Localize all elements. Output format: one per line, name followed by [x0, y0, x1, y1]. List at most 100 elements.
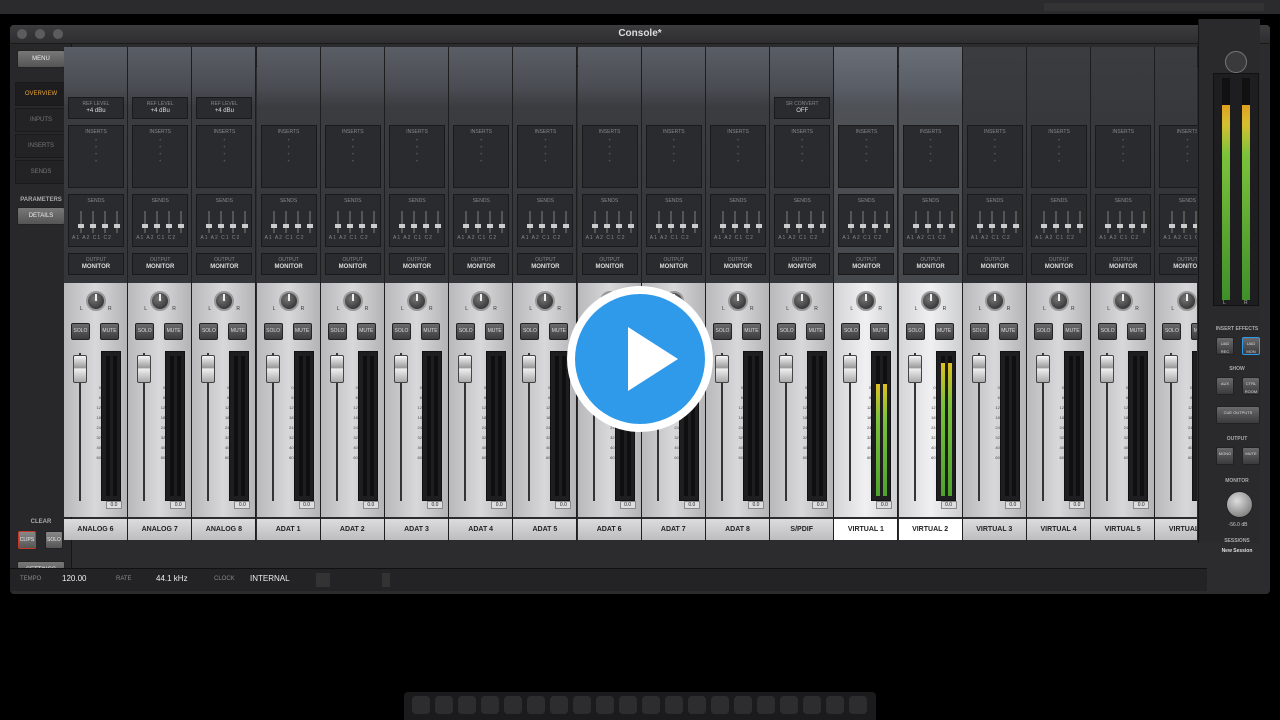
- sends-box[interactable]: SENDS A1 A2 C1 C2: [838, 194, 895, 247]
- dock-app-icon[interactable]: [826, 696, 844, 714]
- channel-name[interactable]: S/PDIF: [770, 519, 834, 540]
- channel-name[interactable]: VIRTUAL 6: [1155, 519, 1197, 540]
- sends-box[interactable]: SENDS A1 A2 C1 C2: [1031, 194, 1087, 247]
- mono-button[interactable]: MONO: [1216, 447, 1234, 465]
- send-fader-knob[interactable]: [1117, 224, 1124, 228]
- fader-value[interactable]: 0.0: [619, 501, 636, 509]
- sends-box[interactable]: SENDS A1 A2 C1 C2: [645, 194, 702, 247]
- send-fader[interactable]: [78, 211, 84, 233]
- output-select[interactable]: OUTPUTMONITOR: [838, 253, 895, 275]
- channel-name[interactable]: ADAT 8: [706, 519, 769, 540]
- dock-app-icon[interactable]: [803, 696, 821, 714]
- dock-app-icon[interactable]: [711, 696, 729, 714]
- clear-solo-button[interactable]: SOLO: [45, 531, 63, 549]
- pan-knob[interactable]: [1113, 291, 1134, 311]
- send-fader-knob[interactable]: [924, 224, 931, 228]
- send-fader-knob[interactable]: [499, 224, 506, 228]
- send-fader-knob[interactable]: [270, 224, 277, 228]
- send-fader-knob[interactable]: [282, 224, 289, 228]
- send-fader[interactable]: [154, 211, 161, 233]
- send-fader[interactable]: [691, 211, 698, 233]
- send-fader[interactable]: [90, 211, 96, 233]
- send-fader-knob[interactable]: [976, 224, 983, 228]
- send-fader[interactable]: [1169, 211, 1176, 233]
- send-fader-knob[interactable]: [884, 224, 891, 228]
- send-fader-knob[interactable]: [218, 224, 225, 228]
- send-fader[interactable]: [1077, 211, 1083, 233]
- fader-cap[interactable]: [1100, 355, 1115, 383]
- output-select[interactable]: OUTPUTMONITOR: [1159, 253, 1197, 275]
- dock-app-icon[interactable]: [642, 696, 660, 714]
- send-fader[interactable]: [475, 211, 482, 233]
- fader-cap[interactable]: [779, 355, 794, 383]
- solo-button[interactable]: SOLO: [199, 323, 219, 340]
- send-fader-knob[interactable]: [423, 224, 429, 228]
- mute-button[interactable]: MUTE: [356, 323, 376, 340]
- solo-button[interactable]: SOLO: [520, 323, 540, 340]
- channel-name[interactable]: VIRTUAL 3: [962, 519, 1026, 540]
- send-fader[interactable]: [784, 211, 791, 233]
- send-fader[interactable]: [820, 211, 827, 233]
- send-fader[interactable]: [1181, 211, 1188, 233]
- mute-button[interactable]: MUTE: [421, 323, 440, 340]
- fader-value[interactable]: 0.0: [876, 501, 893, 509]
- output-select[interactable]: OUTPUTMONITOR: [68, 253, 124, 275]
- send-fader[interactable]: [912, 211, 919, 233]
- show-ctrl-room-button[interactable]: CTRL ROOM: [1242, 377, 1260, 395]
- send-fader[interactable]: [936, 211, 943, 233]
- dock-app-icon[interactable]: [734, 696, 752, 714]
- inserts-box[interactable]: INSERTS • • • •: [1159, 125, 1197, 188]
- send-fader[interactable]: [1065, 211, 1071, 233]
- send-fader-knob[interactable]: [691, 224, 698, 228]
- sends-box[interactable]: SENDS A1 A2 C1 C2: [68, 194, 124, 247]
- send-fader-knob[interactable]: [1129, 224, 1136, 228]
- send-fader-knob[interactable]: [463, 224, 470, 228]
- send-fader-knob[interactable]: [1053, 224, 1059, 228]
- channel-name[interactable]: VIRTUAL 5: [1091, 519, 1155, 540]
- fader-cap[interactable]: [394, 355, 408, 383]
- send-fader-knob[interactable]: [435, 224, 441, 228]
- send-fader-knob[interactable]: [102, 224, 108, 228]
- solo-button[interactable]: SOLO: [1034, 323, 1053, 340]
- pan-knob[interactable]: [984, 291, 1005, 311]
- send-fader-knob[interactable]: [178, 224, 185, 228]
- dock-app-icon[interactable]: [527, 696, 545, 714]
- solo-button[interactable]: SOLO: [905, 323, 925, 340]
- fader-value[interactable]: 0.0: [555, 501, 572, 509]
- send-fader[interactable]: [499, 211, 506, 233]
- dock-app-icon[interactable]: [619, 696, 637, 714]
- send-fader-knob[interactable]: [655, 224, 662, 228]
- output-select[interactable]: OUTPUTMONITOR: [324, 253, 381, 275]
- send-fader-knob[interactable]: [346, 224, 353, 228]
- send-fader-knob[interactable]: [1105, 224, 1112, 228]
- send-fader[interactable]: [218, 211, 225, 233]
- send-fader[interactable]: [1105, 211, 1112, 233]
- send-fader[interactable]: [166, 211, 173, 233]
- send-fader-knob[interactable]: [551, 224, 558, 228]
- dock-app-icon[interactable]: [504, 696, 522, 714]
- send-fader-knob[interactable]: [808, 224, 815, 228]
- send-fader[interactable]: [527, 211, 534, 233]
- mute-button[interactable]: MUTE: [100, 323, 119, 340]
- send-fader-knob[interactable]: [591, 224, 598, 228]
- inserts-box[interactable]: INSERTS • • • •: [645, 125, 702, 188]
- pan-knob[interactable]: [535, 291, 556, 311]
- pan-knob[interactable]: [920, 291, 941, 311]
- mute-button[interactable]: MUTE: [1127, 323, 1147, 340]
- send-fader[interactable]: [667, 211, 674, 233]
- send-fader[interactable]: [988, 211, 995, 233]
- output-select[interactable]: OUTPUTMONITOR: [774, 253, 831, 275]
- send-fader[interactable]: [603, 211, 610, 233]
- send-fader-knob[interactable]: [294, 224, 301, 228]
- mute-button[interactable]: MUTE: [1191, 323, 1197, 340]
- send-fader-knob[interactable]: [358, 224, 365, 228]
- mute-button[interactable]: MUTE: [870, 323, 890, 340]
- nav-inputs[interactable]: INPUTS: [15, 108, 67, 132]
- send-fader-knob[interactable]: [370, 224, 377, 228]
- mute-button[interactable]: MUTE: [1063, 323, 1082, 340]
- send-fader[interactable]: [808, 211, 815, 233]
- output-select[interactable]: OUTPUTMONITOR: [453, 253, 510, 275]
- fader-value[interactable]: 0.0: [1004, 501, 1021, 509]
- send-fader[interactable]: [423, 211, 429, 233]
- mute-button[interactable]: MUTE: [228, 323, 248, 340]
